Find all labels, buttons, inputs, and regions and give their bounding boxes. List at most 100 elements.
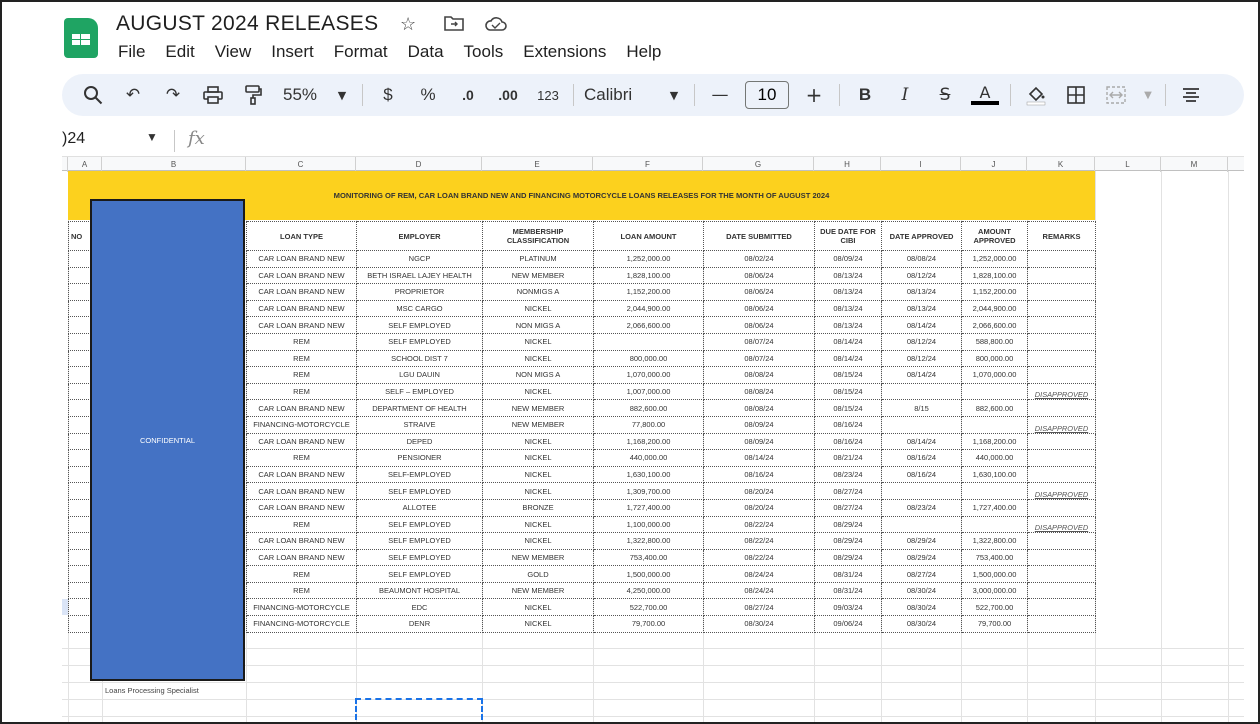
sheet-grid[interactable]: MONITORING OF REM, CAR LOAN BRAND NEW AN…: [62, 171, 1244, 724]
signature-label[interactable]: Loans Processing Specialist: [105, 686, 199, 695]
cell-employer[interactable]: SELF – EMPLOYED: [356, 382, 483, 401]
cell-amount-approved[interactable]: [961, 482, 1028, 500]
cell-due-date-cibi[interactable]: 08/15/24: [814, 382, 882, 401]
cell-loan-type[interactable]: REM: [246, 349, 357, 368]
column-header[interactable]: D: [356, 157, 482, 172]
cell-date-approved[interactable]: 08/29/24: [881, 548, 962, 567]
cell-amount-approved[interactable]: 440,000.00: [961, 449, 1028, 467]
column-header[interactable]: E: [482, 157, 593, 172]
menu-data[interactable]: Data: [398, 40, 454, 64]
column-title[interactable]: EMPLOYER: [356, 221, 483, 251]
column-title[interactable]: DATE APPROVED: [881, 221, 962, 251]
fill-color-icon[interactable]: [1021, 80, 1051, 110]
cell-loan-amount[interactable]: 882,600.00: [593, 399, 704, 417]
cell-loan-amount[interactable]: 1,630,100.00: [593, 465, 704, 484]
cell-remarks[interactable]: DISAPPROVED: [1027, 382, 1096, 401]
font-dropdown-icon[interactable]: ▼: [664, 80, 684, 110]
cell-date-approved[interactable]: 08/30/24: [881, 581, 962, 600]
cell-due-date-cibi[interactable]: 08/13/24: [814, 316, 882, 334]
cell-membership[interactable]: NICKEL: [482, 349, 594, 368]
cell-date-submitted[interactable]: 08/06/24: [703, 299, 815, 318]
cell-membership[interactable]: NON MIGS A: [482, 316, 594, 334]
cell-date-approved[interactable]: 8/15: [881, 399, 962, 417]
cell-date-approved[interactable]: 08/23/24: [881, 498, 962, 517]
column-header[interactable]: M: [1161, 157, 1228, 172]
cell-date-approved[interactable]: 08/13/24: [881, 299, 962, 318]
cell-loan-amount[interactable]: 800,000.00: [593, 349, 704, 368]
cell-due-date-cibi[interactable]: 08/16/24: [814, 415, 882, 434]
column-header[interactable]: H: [814, 157, 881, 172]
star-icon[interactable]: ☆: [400, 14, 416, 35]
cell-loan-type[interactable]: CAR LOAN BRAND NEW: [246, 532, 357, 550]
cell-employer[interactable]: BETH ISRAEL LAJEY HEALTH: [356, 266, 483, 285]
cell-amount-approved[interactable]: 2,044,900.00: [961, 299, 1028, 318]
menu-insert[interactable]: Insert: [261, 40, 324, 64]
menu-view[interactable]: View: [205, 40, 262, 64]
more-formats-button[interactable]: 123: [533, 80, 563, 110]
cell-employer[interactable]: PROPRIETOR: [356, 283, 483, 301]
cell-employer[interactable]: SELF EMPLOYED: [356, 515, 483, 534]
cell-date-approved[interactable]: 08/12/24: [881, 332, 962, 351]
cell-employer[interactable]: NGCP: [356, 250, 483, 268]
column-title[interactable]: LOAN AMOUNT: [593, 221, 704, 251]
cell-loan-amount[interactable]: 1,070,000.00: [593, 366, 704, 384]
cell-remarks[interactable]: [1027, 366, 1096, 384]
column-header[interactable]: K: [1027, 157, 1095, 172]
cell-loan-amount[interactable]: 440,000.00: [593, 449, 704, 467]
cell-employer[interactable]: SELF EMPLOYED: [356, 482, 483, 500]
cell-date-submitted[interactable]: 08/22/24: [703, 532, 815, 550]
cell-remarks[interactable]: [1027, 432, 1096, 451]
paint-format-icon[interactable]: [238, 80, 268, 110]
sheets-logo-icon[interactable]: [64, 18, 98, 58]
cell-remarks[interactable]: [1027, 465, 1096, 484]
cell-loan-type[interactable]: REM: [246, 581, 357, 600]
cell-loan-amount[interactable]: 1,252,000.00: [593, 250, 704, 268]
cell-loan-type[interactable]: REM: [246, 382, 357, 401]
cell-employer[interactable]: ALLOTEE: [356, 498, 483, 517]
print-icon[interactable]: [198, 80, 228, 110]
cell-date-approved[interactable]: 08/16/24: [881, 449, 962, 467]
cell-loan-amount[interactable]: 4,250,000.00: [593, 581, 704, 600]
cell-loan-amount[interactable]: 1,007,000.00: [593, 382, 704, 401]
cell-employer[interactable]: PENSIONER: [356, 449, 483, 467]
cell-loan-type[interactable]: FINANCING-MOTORCYCLE: [246, 415, 357, 434]
cell-due-date-cibi[interactable]: 08/15/24: [814, 399, 882, 417]
cell-loan-type[interactable]: REM: [246, 515, 357, 534]
cell-due-date-cibi[interactable]: 08/21/24: [814, 449, 882, 467]
cell-membership[interactable]: NEW MEMBER: [482, 266, 594, 285]
cell-date-approved[interactable]: 08/12/24: [881, 266, 962, 285]
name-box-dropdown-icon[interactable]: ▼: [146, 130, 158, 144]
cell-date-submitted[interactable]: 08/08/24: [703, 382, 815, 401]
cell-date-approved[interactable]: 08/12/24: [881, 349, 962, 368]
increase-decimal-button[interactable]: .00: [493, 80, 523, 110]
selected-cell-outline[interactable]: [355, 698, 483, 724]
cell-loan-type[interactable]: CAR LOAN BRAND NEW: [246, 548, 357, 567]
cell-date-submitted[interactable]: 08/06/24: [703, 266, 815, 285]
cell-loan-type[interactable]: CAR LOAN BRAND NEW: [246, 299, 357, 318]
column-title[interactable]: DUE DATE FOR CIBI: [814, 221, 882, 251]
cell-membership[interactable]: NEW MEMBER: [482, 415, 594, 434]
cell-loan-type[interactable]: REM: [246, 366, 357, 384]
column-header[interactable]: F: [593, 157, 703, 172]
cell-membership[interactable]: BRONZE: [482, 498, 594, 517]
cell-date-approved[interactable]: [881, 382, 962, 401]
cell-due-date-cibi[interactable]: 08/09/24: [814, 250, 882, 268]
cell-loan-amount[interactable]: 1,322,800.00: [593, 532, 704, 550]
cell-remarks[interactable]: [1027, 615, 1096, 633]
cell-remarks[interactable]: [1027, 498, 1096, 517]
cell-membership[interactable]: NICKEL: [482, 482, 594, 500]
cell-remarks[interactable]: [1027, 316, 1096, 334]
cell-date-submitted[interactable]: 08/30/24: [703, 615, 815, 633]
cell-date-approved[interactable]: 08/14/24: [881, 432, 962, 451]
column-header[interactable]: G: [703, 157, 814, 172]
cell-loan-type[interactable]: CAR LOAN BRAND NEW: [246, 399, 357, 417]
cell-date-approved[interactable]: 08/30/24: [881, 598, 962, 617]
cell-remarks[interactable]: [1027, 548, 1096, 567]
cell-date-submitted[interactable]: 08/07/24: [703, 332, 815, 351]
cell-membership[interactable]: NEW MEMBER: [482, 399, 594, 417]
column-title[interactable]: REMARKS: [1027, 221, 1096, 251]
cell-loan-amount[interactable]: 2,066,600.00: [593, 316, 704, 334]
cell-loan-type[interactable]: FINANCING-MOTORCYCLE: [246, 598, 357, 617]
cell-date-submitted[interactable]: 08/24/24: [703, 581, 815, 600]
cell-amount-approved[interactable]: 800,000.00: [961, 349, 1028, 368]
